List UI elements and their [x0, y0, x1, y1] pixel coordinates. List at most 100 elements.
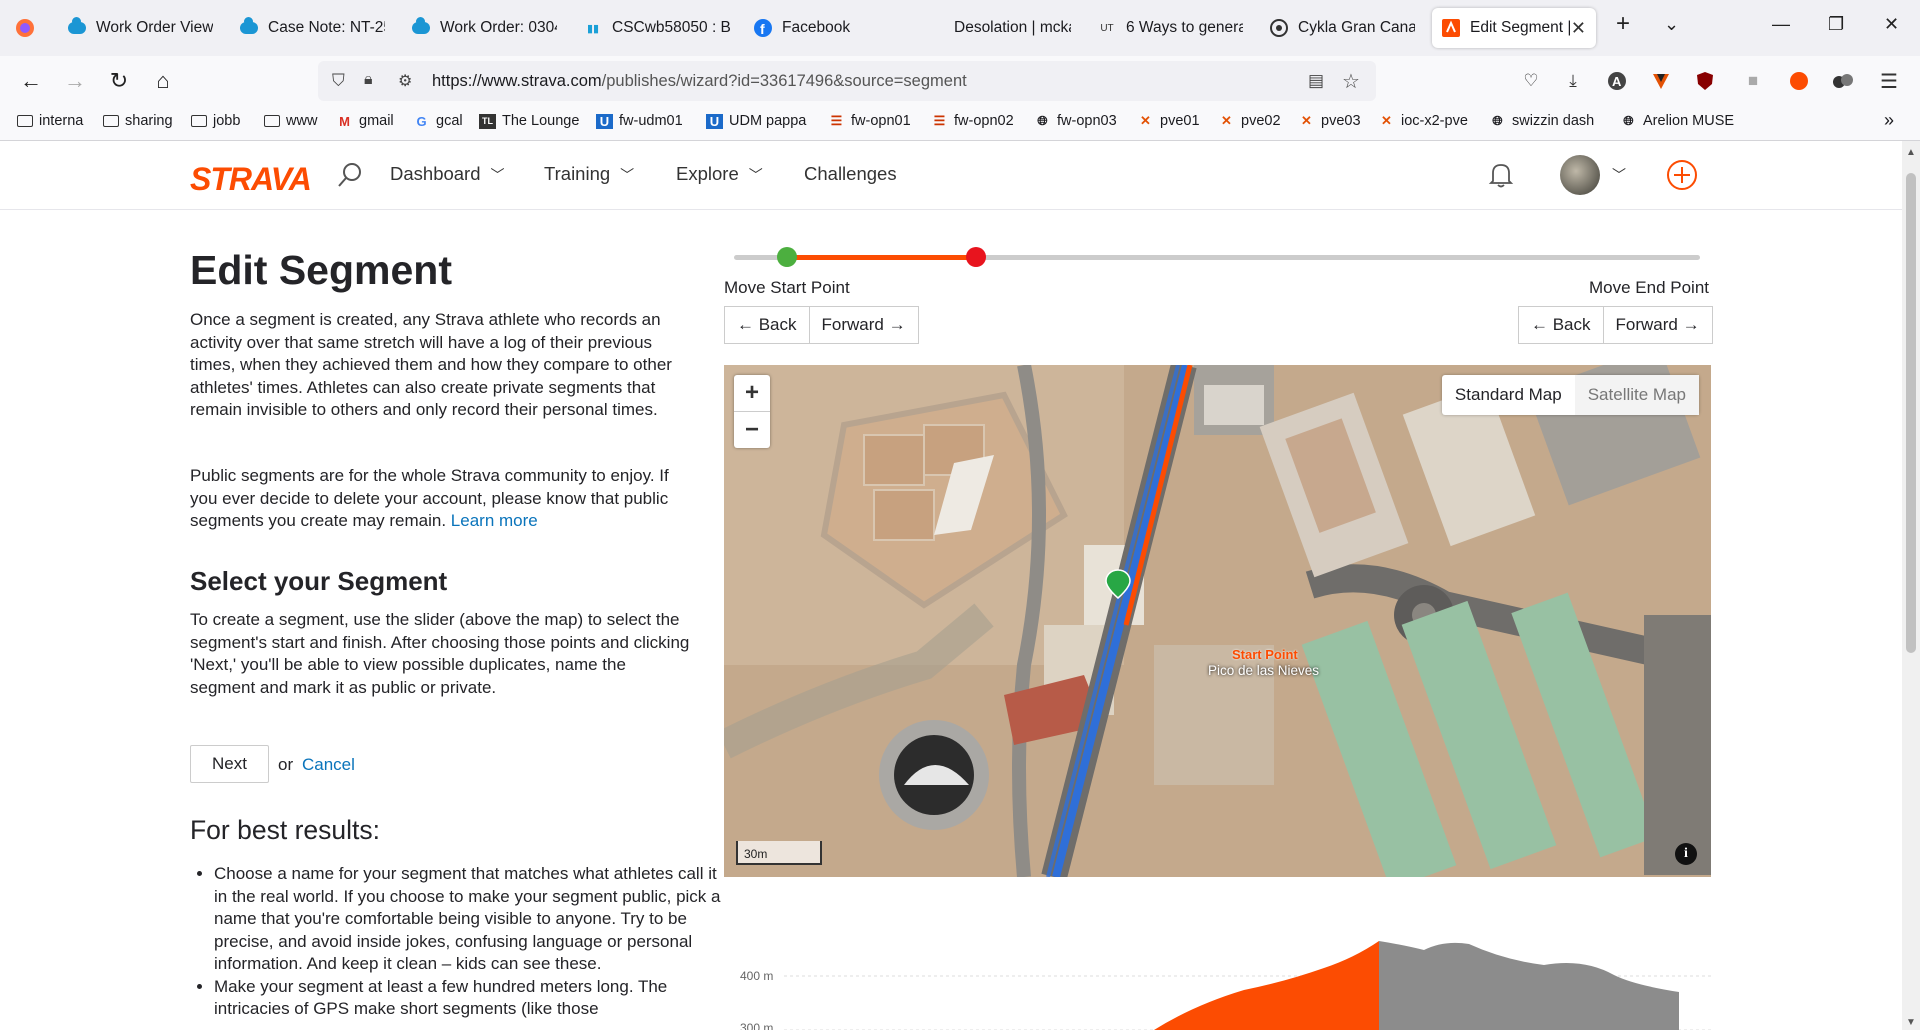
nav-challenges[interactable]: Challenges	[804, 163, 897, 185]
close-tab-icon[interactable]: ✕	[1571, 18, 1586, 39]
start-back-button[interactable]: ← Back	[724, 306, 810, 344]
bookmark-arelion-muse[interactable]: 🌐︎ Arelion MUSE	[1620, 113, 1734, 129]
lounge-icon: TL	[479, 113, 496, 129]
bookmark-interna[interactable]: interna	[16, 113, 83, 129]
bookmark-fw-opn03[interactable]: 🌐︎ fw-opn03	[1034, 113, 1116, 129]
scroll-up-icon[interactable]: ▲	[1906, 147, 1916, 158]
scrollbar-thumb[interactable]	[1906, 173, 1916, 653]
nav-explore[interactable]: Explore ﹀	[676, 163, 763, 185]
start-point-handle[interactable]	[777, 247, 798, 267]
avatar[interactable]	[1560, 155, 1600, 195]
address-bar[interactable]: ⛉ 🔒︎ ⚙︎ https://www.strava.com/publishes…	[318, 61, 1376, 101]
gmail-icon: M	[339, 113, 350, 129]
bookmark-fw-udm01[interactable]: Ufw-udm01	[596, 113, 683, 129]
chevron-down-icon[interactable]: ﹀	[1612, 165, 1626, 185]
end-point-handle[interactable]	[965, 247, 986, 267]
new-tab-button[interactable]: +	[1616, 10, 1630, 38]
zoom-in-button[interactable]: +	[734, 375, 770, 412]
more-bookmarks-icon[interactable]: »	[1884, 110, 1894, 131]
scroll-down-icon[interactable]: ▼	[1906, 1017, 1916, 1028]
map-type-toggle: Standard Map Satellite Map	[1441, 375, 1699, 415]
bookmark-star-icon[interactable]: ☆	[1342, 69, 1360, 94]
nav-dashboard[interactable]: Dashboard ﹀	[390, 163, 505, 185]
back-icon[interactable]: ←	[16, 66, 46, 96]
bookmark-pve01[interactable]: ✕ pve01	[1137, 113, 1199, 129]
elevation-label-300: 300 m	[740, 1021, 773, 1030]
start-forward-button[interactable]: Forward →	[808, 306, 919, 344]
page-scrollbar[interactable]: ▲ ▼	[1902, 141, 1920, 1030]
close-window-icon[interactable]: ✕	[1884, 14, 1899, 35]
tab-facebook[interactable]: f Facebook	[754, 8, 899, 48]
segment-map[interactable]: Start Point Pico de las Nieves + − Stand…	[724, 365, 1711, 877]
bookmark-fw-opn01[interactable]: ☰ fw-opn01	[828, 113, 911, 129]
bookmark-swizzin-dash[interactable]: 🌐︎ swizzin dash	[1489, 113, 1594, 129]
search-icon[interactable]	[336, 161, 364, 194]
list-item: Make your segment at least a few hundred…	[214, 976, 726, 1021]
extensions-icon[interactable]	[1830, 68, 1856, 94]
bookmark-jobb[interactable]: jobb	[190, 113, 240, 129]
satellite-map-button[interactable]: Satellite Map	[1574, 375, 1699, 415]
list-all-tabs-icon[interactable]: ⌄	[1664, 14, 1679, 35]
downloads-icon[interactable]: ⤓	[1560, 68, 1586, 94]
notifications-bell-icon[interactable]	[1488, 161, 1514, 194]
map-info-icon[interactable]: i	[1675, 843, 1697, 865]
permissions-icon[interactable]: ⚙︎	[398, 71, 412, 91]
reader-view-icon[interactable]: ▤	[1308, 71, 1324, 91]
bookmark-fw-opn02[interactable]: ☰ fw-opn02	[931, 113, 1014, 129]
bookmark-sharing[interactable]: sharing	[102, 113, 173, 129]
tab-cykla-gran-canaria[interactable]: Cykla Gran Canari	[1270, 8, 1415, 48]
bookmark-gmail[interactable]: Mgmail	[336, 113, 394, 129]
bookmark-pve03[interactable]: ✕ pve03	[1298, 113, 1360, 129]
proxmox-icon: ✕	[1301, 113, 1312, 128]
lock-icon[interactable]: 🔒︎	[364, 71, 373, 89]
tab-cisco-bug[interactable]: ▮▮ CSCwb58050 : Bu	[584, 8, 730, 48]
reload-icon[interactable]: ↻	[104, 66, 134, 96]
select-segment-heading: Select your Segment	[190, 566, 448, 596]
cancel-link[interactable]: Cancel	[302, 755, 355, 775]
url-text[interactable]: https://www.strava.com/publishes/wizard?…	[432, 72, 967, 91]
opnsense-icon: ☰	[933, 113, 946, 128]
tab-desolation[interactable]: Desolation | mcka	[926, 8, 1071, 48]
app-menu-icon[interactable]: ☰	[1876, 68, 1902, 94]
pocket-icon[interactable]: ♡	[1518, 68, 1544, 94]
bookmark-udm-pappa[interactable]: U UDM pappa	[706, 113, 806, 129]
bookmark-ioc-x2-pve[interactable]: ✕ ioc-x2-pve	[1378, 113, 1468, 129]
end-forward-button[interactable]: Forward →	[1602, 306, 1713, 344]
restore-icon[interactable]: ❐	[1828, 14, 1844, 35]
home-icon[interactable]: ⌂	[148, 66, 178, 96]
bookmark-www[interactable]: www	[263, 113, 317, 129]
public-segments-paragraph: Public segments are for the whole Strava…	[190, 466, 669, 530]
minimize-icon[interactable]: —	[1772, 14, 1790, 35]
standard-map-button[interactable]: Standard Map	[1442, 375, 1575, 415]
ublock-icon[interactable]	[1692, 68, 1718, 94]
tab-work-order-view[interactable]: Work Order View	[68, 8, 218, 48]
bookmark-gcal[interactable]: Ggcal	[413, 113, 462, 129]
tab-6-ways[interactable]: UT 6 Ways to generat	[1098, 8, 1243, 48]
learn-more-link[interactable]: Learn more	[451, 511, 538, 530]
svg-text:f: f	[760, 21, 765, 37]
start-point-marker-label: Start Point	[1232, 647, 1298, 662]
firefox-menu-icon[interactable]	[14, 8, 44, 48]
forward-icon[interactable]: →	[60, 66, 90, 96]
next-button[interactable]: Next	[190, 745, 269, 783]
end-back-button[interactable]: ← Back	[1518, 306, 1604, 344]
map-scale: 30m	[736, 841, 822, 865]
zoom-out-button[interactable]: −	[734, 412, 770, 448]
tracking-shield-icon[interactable]: ⛉	[332, 71, 345, 91]
upload-plus-icon[interactable]	[1666, 159, 1698, 196]
elevation-label-400: 400 m	[740, 969, 773, 983]
tab-case-note[interactable]: Case Note: NT-25	[240, 8, 385, 48]
segment-slider-selection	[787, 255, 976, 260]
folder-icon	[16, 114, 33, 129]
nav-training[interactable]: Training ﹀	[544, 163, 634, 185]
bookmark-pve02[interactable]: ✕ pve02	[1218, 113, 1280, 129]
globe-icon: 🌐︎	[1492, 113, 1503, 128]
account-icon[interactable]: A	[1604, 68, 1630, 94]
strava-logo[interactable]: STRAVA	[190, 161, 312, 198]
tab-edit-segment[interactable]: Edit Segment | ✕	[1432, 8, 1596, 48]
video-extension-icon[interactable]: ■	[1740, 68, 1766, 94]
bookmark-the-lounge[interactable]: TL The Lounge	[479, 113, 579, 129]
tab-work-order[interactable]: Work Order: 0304	[412, 8, 557, 48]
strava-extension-icon[interactable]	[1786, 68, 1812, 94]
vpn-extension-icon[interactable]	[1648, 68, 1674, 94]
